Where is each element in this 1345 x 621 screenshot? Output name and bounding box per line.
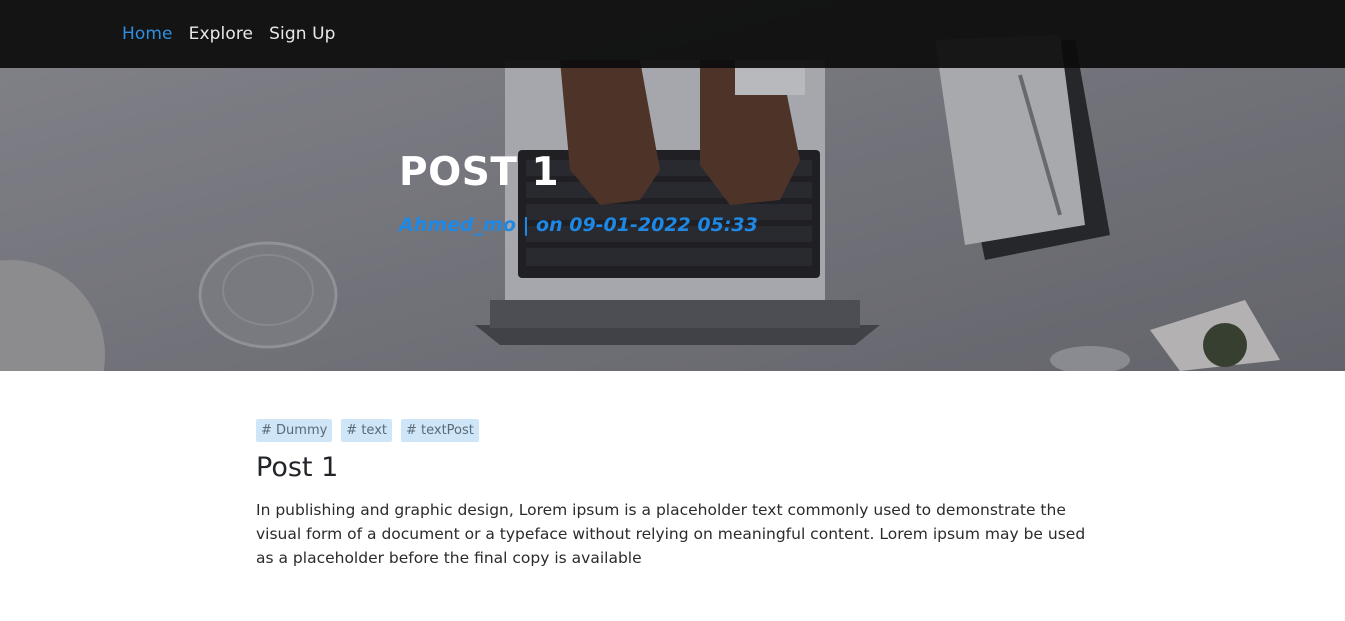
nav-link-sign-up[interactable]: Sign Up (269, 24, 335, 44)
navbar: Home Explore Sign Up (0, 0, 1345, 68)
post-title: POST 1 (399, 150, 560, 195)
content-body: In publishing and graphic design, Lorem … (256, 501, 1086, 567)
post-meta: Ahmed_mo | on 09-01-2022 05:33 (399, 214, 758, 236)
post-heading: POST 1 Ahmed_mo | on 09-01-2022 05:33 (399, 150, 758, 237)
tag-list: # Dummy # text # textPost (256, 419, 1090, 442)
nav-link-home[interactable]: Home (122, 24, 173, 44)
tag-textpost[interactable]: # textPost (400, 419, 479, 442)
tag-text[interactable]: # text (341, 419, 392, 442)
post-content: # Dummy # text # textPost Post 1 In publ… (256, 419, 1090, 570)
tag-dummy[interactable]: # Dummy (256, 419, 333, 442)
content-title: Post 1 (256, 452, 339, 483)
nav-link-explore[interactable]: Explore (189, 24, 254, 44)
